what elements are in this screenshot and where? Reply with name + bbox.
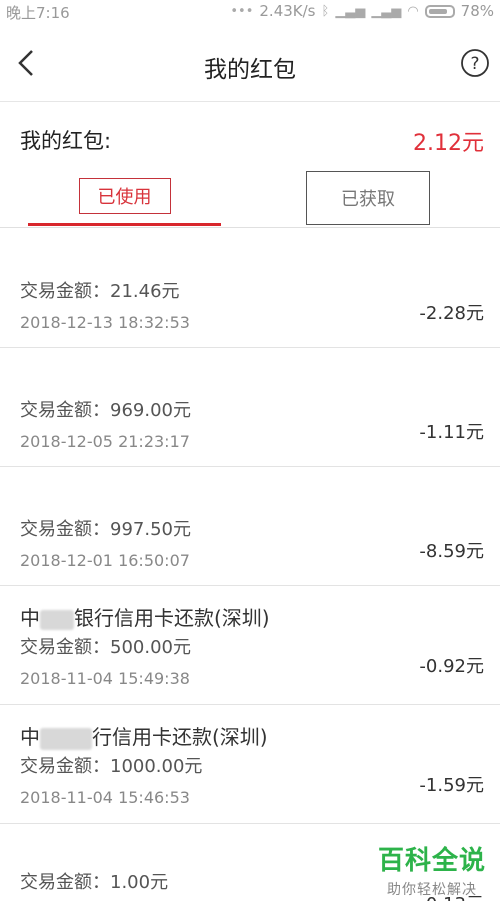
help-icon: ? [461, 49, 489, 77]
page-title: 我的红包 [204, 57, 296, 83]
status-right: ••• 2.43K/s ᛒ ▁▃▅ ▁▃▅ ◠ 78% [230, 2, 494, 20]
merchant-suffix: 银行信用卡还款(深圳) [74, 606, 270, 630]
battery-icon [424, 4, 455, 18]
trade-time: 2018-11-04 15:46:53 [20, 788, 190, 807]
trade-amount: 交易金额：21.46元 [20, 281, 180, 302]
watermark-title: 百科全说 [377, 846, 486, 876]
bonus-amount: -1.11元 [419, 422, 484, 443]
bonus-amount: -8.59元 [419, 541, 484, 562]
nav-bar: 我的红包 ? [0, 24, 500, 102]
summary-amount: 2.12元 [413, 131, 484, 156]
merchant-name: 中 行信用卡还款(深圳) [20, 721, 268, 750]
bluetooth-icon: ᛒ [321, 3, 330, 19]
watermark-logo: 百科全说 助你轻松解决 [378, 840, 486, 899]
merchant-name: 中 银行信用卡还款(深圳) [20, 602, 270, 631]
bonus-amount: -2.28元 [419, 303, 484, 324]
redacted-block [40, 609, 74, 630]
signal-icon: ▁▃▅ [335, 3, 366, 19]
trade-time: 2018-11-04 15:49:38 [20, 669, 190, 688]
tab-obtained[interactable]: 已获取 [306, 171, 430, 225]
merchant-suffix: 行信用卡还款(深圳) [92, 725, 268, 749]
redacted-block [40, 727, 92, 750]
record-list: 交易金额：21.46元 2018-12-13 18:32:53 -2.28元 交… [0, 229, 500, 901]
trade-amount: 交易金额：969.00元 [20, 400, 191, 421]
help-button[interactable]: ? [460, 48, 490, 78]
list-item[interactable]: 中 行信用卡还款(深圳) 交易金额：1000.00元 2018-11-04 15:… [0, 705, 500, 824]
list-item[interactable]: 交易金额：21.46元 2018-12-13 18:32:53 -2.28元 [0, 229, 500, 348]
trade-time: 2018-12-13 18:32:53 [20, 313, 190, 332]
bonus-amount: -1.59元 [419, 775, 484, 796]
more-dots-icon: ••• [230, 3, 254, 19]
tab-obtained-label: 已获取 [341, 189, 395, 210]
battery-level: 78% [460, 2, 494, 20]
network-speed: 2.43K/s [259, 2, 316, 20]
status-time: 晚上7:16 [6, 4, 70, 22]
merchant-prefix: 中 [20, 606, 40, 630]
tab-used-label: 已使用 [78, 178, 171, 214]
trade-amount: 交易金额：1.00元 [20, 872, 169, 893]
trade-time: 2018-12-05 21:23:17 [20, 432, 190, 451]
trade-amount: 交易金额：997.50元 [20, 519, 191, 540]
tab-used[interactable]: 已使用 [28, 171, 221, 221]
tab-active-underline [28, 223, 221, 226]
status-bar: 晚上7:16 ••• 2.43K/s ᛒ ▁▃▅ ▁▃▅ ◠ 78% [0, 0, 500, 24]
trade-time: 2018-12-01 16:50:07 [20, 551, 190, 570]
list-item[interactable]: 交易金额：997.50元 2018-12-01 16:50:07 -8.59元 [0, 467, 500, 586]
svg-text:?: ? [470, 54, 479, 74]
watermark-subtitle: 助你轻松解决 [386, 882, 477, 898]
summary-section: 我的红包: 2.12元 已使用 已获取 [0, 103, 500, 228]
summary-label: 我的红包: [20, 129, 112, 153]
trade-amount: 交易金额：500.00元 [20, 637, 191, 658]
signal-2-icon: ▁▃▅ [371, 3, 402, 19]
trade-amount: 交易金额：1000.00元 [20, 756, 203, 777]
merchant-prefix: 中 [20, 725, 40, 749]
list-item[interactable]: 交易金额：969.00元 2018-12-05 21:23:17 -1.11元 [0, 348, 500, 467]
wifi-icon: ◠ [407, 3, 419, 19]
list-item[interactable]: 中 银行信用卡还款(深圳) 交易金额：500.00元 2018-11-04 15:… [0, 586, 500, 705]
bonus-amount: -0.92元 [419, 656, 484, 677]
